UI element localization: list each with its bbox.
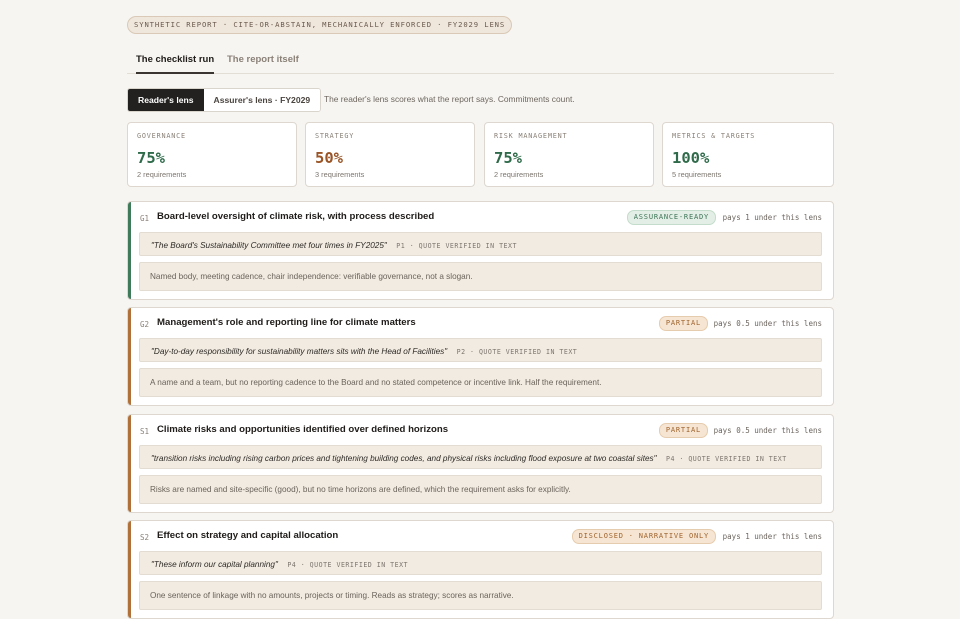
quote-verification: P4 · QUOTE VERIFIED IN TEXT <box>665 455 787 463</box>
assessment-note: One sentence of linkage with no amounts,… <box>139 581 822 610</box>
status-badge: PARTIAL <box>658 423 708 438</box>
metric-card-risk-management: RISK MANAGEMENT 75% 2 requirements <box>484 122 654 187</box>
requirement-id: G2 <box>140 320 150 329</box>
requirement-id: S2 <box>140 533 150 542</box>
pays-label: pays 1 under this lens <box>722 532 822 541</box>
pays-label: pays 0.5 under this lens <box>713 319 822 328</box>
metric-value: 50% <box>315 149 343 167</box>
pays-label: pays 0.5 under this lens <box>713 426 822 435</box>
quote-box: "transition risks including rising carbo… <box>139 445 822 469</box>
metric-label: GOVERNANCE <box>137 132 186 140</box>
requirement-title: Climate risks and opportunities identifi… <box>157 424 449 435</box>
requirement-card-s2[interactable]: S2 Effect on strategy and capital alloca… <box>127 520 834 619</box>
assessment-note: A name and a team, but no reporting cade… <box>139 368 822 397</box>
metric-value: 100% <box>672 149 710 167</box>
card-accent <box>128 202 131 299</box>
metric-value: 75% <box>137 149 165 167</box>
card-accent <box>128 308 131 405</box>
assurers-lens-button[interactable]: Assurer's lens · FY2029 <box>203 89 321 111</box>
metric-label: RISK MANAGEMENT <box>494 132 568 140</box>
metric-count: 3 requirements <box>315 170 365 179</box>
readers-lens-button[interactable]: Reader's lens <box>128 89 204 111</box>
requirement-card-g1[interactable]: G1 Board-level oversight of climate risk… <box>127 201 834 300</box>
metric-count: 2 requirements <box>494 170 544 179</box>
evidence-quote: "These inform our capital planning" <box>151 560 278 569</box>
status-badge: PARTIAL <box>658 316 708 331</box>
quote-verification: P1 · QUOTE VERIFIED IN TEXT <box>396 242 517 250</box>
metric-value: 75% <box>494 149 522 167</box>
assessment-note: Named body, meeting cadence, chair indep… <box>139 262 822 291</box>
card-accent <box>128 415 131 512</box>
evidence-quote: "transition risks including rising carbo… <box>151 454 657 463</box>
card-accent <box>128 521 131 618</box>
requirement-title: Management's role and reporting line for… <box>157 317 416 328</box>
requirement-card-s1[interactable]: S1 Climate risks and opportunities ident… <box>127 414 834 513</box>
requirement-title: Effect on strategy and capital allocatio… <box>157 530 339 541</box>
status-badge: ASSURANCE-READY <box>626 210 716 225</box>
metric-count: 2 requirements <box>137 170 187 179</box>
status-badge: DISCLOSED · NARRATIVE ONLY <box>571 529 716 544</box>
quote-verification: P2 · QUOTE VERIFIED IN TEXT <box>456 348 578 356</box>
quote-box: "These inform our capital planning" P4 ·… <box>139 551 822 575</box>
tab-checklist-run[interactable]: The checklist run <box>136 48 215 74</box>
requirement-card-g2[interactable]: G2 Management's role and reporting line … <box>127 307 834 406</box>
lens-toggle: Reader's lens Assurer's lens · FY2029 <box>127 88 322 112</box>
assessment-note: Risks are named and site-specific (good)… <box>139 475 822 504</box>
metric-card-metrics-targets: METRICS & TARGETS 100% 5 requirements <box>662 122 834 187</box>
metric-count: 5 requirements <box>672 170 722 179</box>
evidence-quote: "Day-to-day responsibility for sustainab… <box>151 347 448 356</box>
requirement-title: Board-level oversight of climate risk, w… <box>157 211 435 222</box>
tab-report-itself[interactable]: The report itself <box>227 48 299 72</box>
report-badge: SYNTHETIC REPORT · CITE-OR-ABSTAIN, MECH… <box>127 16 513 34</box>
requirement-id: S1 <box>140 427 150 436</box>
metric-card-governance: GOVERNANCE 75% 2 requirements <box>127 122 297 187</box>
lens-description: The reader's lens scores what the report… <box>324 94 575 104</box>
pays-label: pays 1 under this lens <box>722 213 822 222</box>
metric-label: METRICS & TARGETS <box>672 132 756 140</box>
requirement-id: G1 <box>140 214 150 223</box>
metric-label: STRATEGY <box>315 132 355 140</box>
metric-card-strategy: STRATEGY 50% 3 requirements <box>305 122 475 187</box>
quote-box: "The Board's Sustainability Committee me… <box>139 232 822 256</box>
quote-verification: P4 · QUOTE VERIFIED IN TEXT <box>287 561 409 569</box>
evidence-quote: "The Board's Sustainability Committee me… <box>151 241 387 250</box>
quote-box: "Day-to-day responsibility for sustainab… <box>139 338 822 362</box>
view-tabs: The checklist run The report itself <box>127 48 834 74</box>
